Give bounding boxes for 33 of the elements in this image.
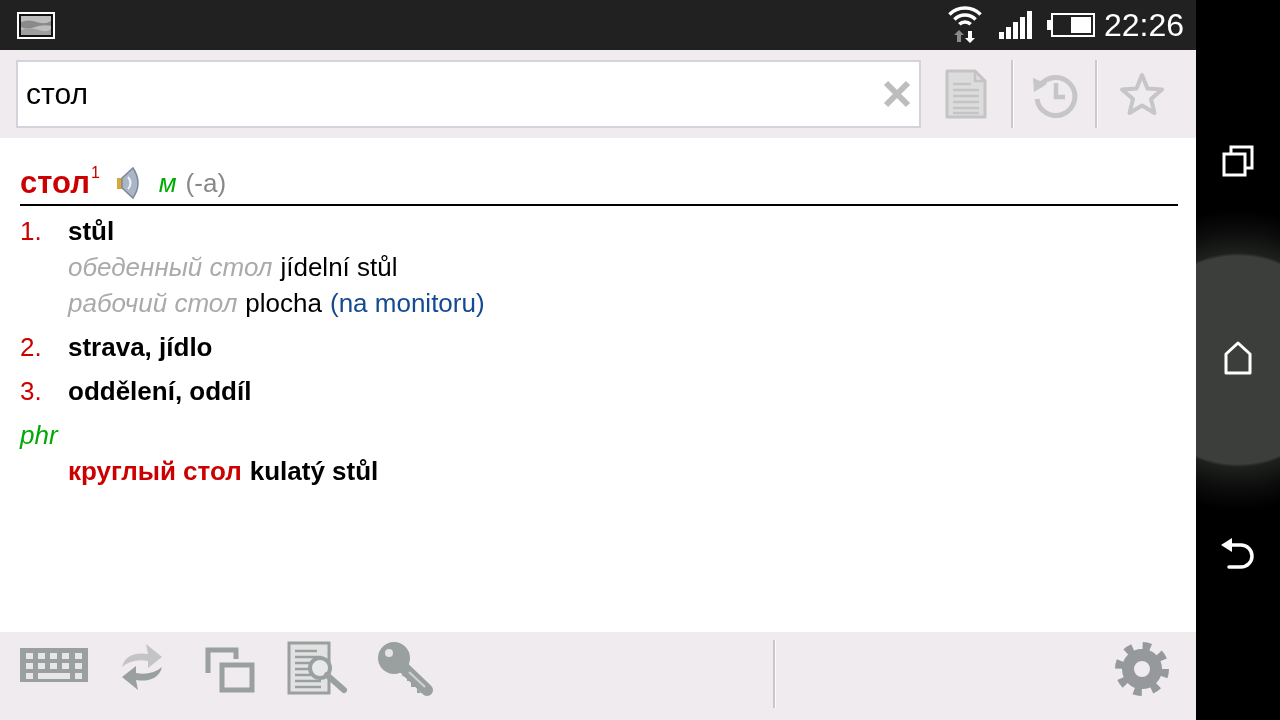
gender-label: м <box>158 167 177 199</box>
windows-icon <box>205 647 255 693</box>
search-field[interactable]: стол <box>16 60 921 128</box>
document-icon <box>945 69 987 119</box>
example-phrase: обеденный стол <box>68 251 273 284</box>
phrase-source: круглый стол <box>68 455 242 488</box>
example-translation: plocha <box>245 287 322 320</box>
signal-icon <box>998 11 1033 39</box>
document-search-icon <box>287 641 349 697</box>
sense-number: 1. <box>20 215 43 248</box>
picture-icon <box>17 11 55 39</box>
clear-icon <box>882 79 912 109</box>
star-icon <box>1118 71 1166 117</box>
home-icon <box>1223 340 1253 376</box>
battery-icon <box>1046 13 1095 37</box>
key-icon <box>377 641 435 697</box>
example-translation: jídelní stůl <box>280 251 398 284</box>
sense-number: 3. <box>20 375 43 408</box>
recents-icon <box>1222 145 1254 177</box>
gear-icon <box>1113 641 1171 697</box>
example-phrase: рабочий стол <box>68 287 238 320</box>
translation-note: (na monitoru) <box>330 287 485 320</box>
sense-translation: stůl <box>68 215 115 248</box>
sense-number: 2. <box>20 331 43 364</box>
clock-time: 22:26 <box>1103 7 1184 43</box>
swap-icon <box>120 642 164 692</box>
headword: стол$^{1}$ <box>20 163 100 202</box>
sense-translation: oddělení, oddíl <box>68 375 252 408</box>
inflection-ending: (-а) <box>185 167 227 199</box>
keyboard-icon <box>20 648 88 682</box>
phrase-label: phr <box>20 419 58 452</box>
phrase-translation: kulatý stůl <box>249 455 379 488</box>
sense-translation: strava, jídlo <box>68 331 213 364</box>
